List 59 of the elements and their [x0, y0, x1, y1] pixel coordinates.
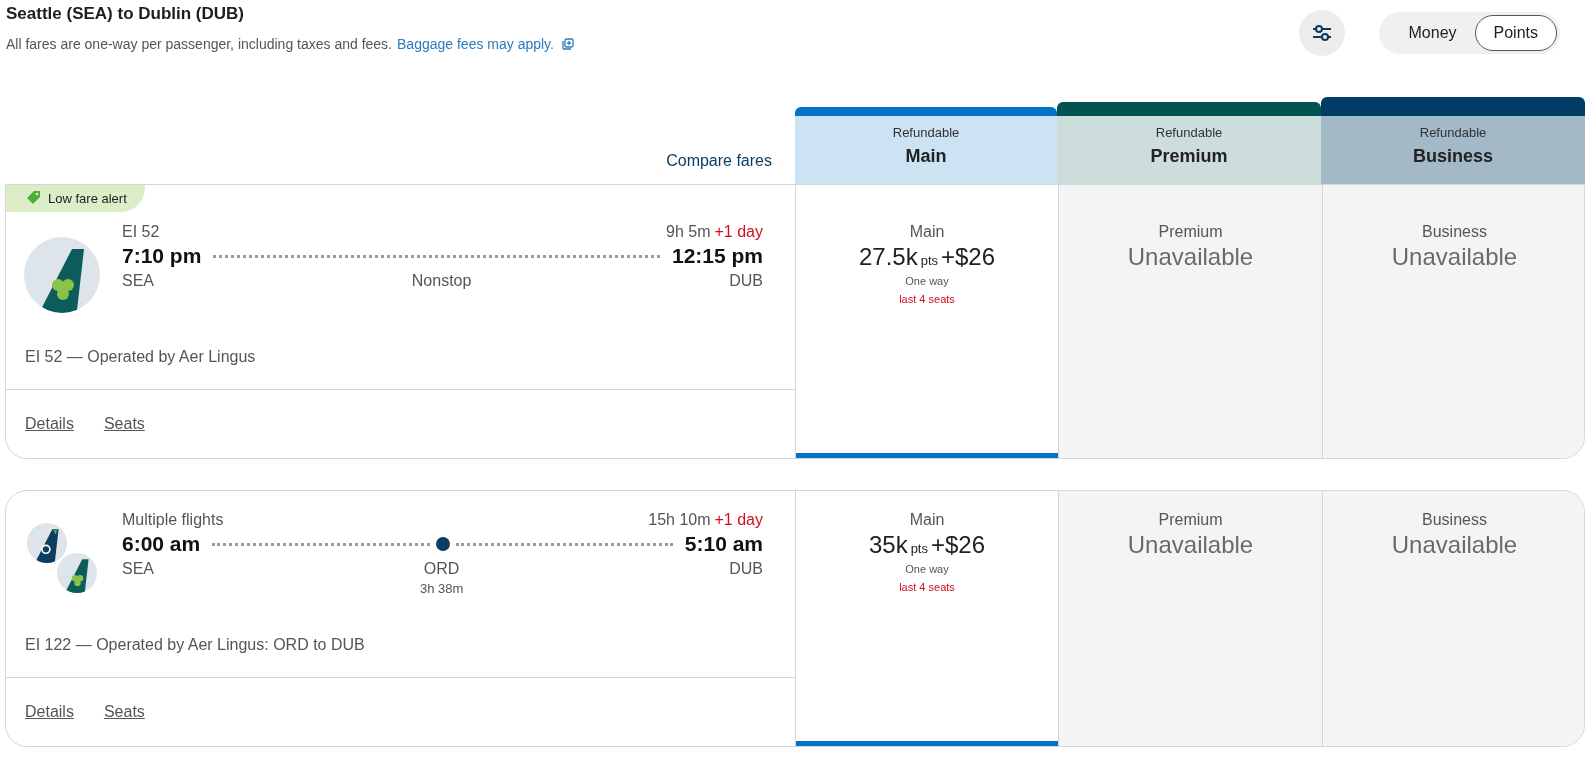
refund-label: Refundable [1155, 125, 1223, 140]
destination-airport: DUB [729, 272, 763, 290]
operator-note: EI 52 — Operated by Aer Lingus [24, 348, 257, 366]
seats-left-text: last 4 seats [899, 293, 955, 305]
flight-duration: 9h 5m [666, 223, 711, 241]
origin-airport: SEA [122, 272, 154, 290]
trip-type: One way [905, 563, 949, 575]
cabin-name: Premium [1150, 146, 1228, 167]
unavailable-label: Unavailable [1127, 531, 1254, 559]
stop-label: ORD [423, 560, 460, 578]
trip-type: One way [905, 275, 949, 287]
flight-link[interactable]: Details [25, 703, 74, 721]
external-link-icon [561, 38, 574, 50]
operator-note: EI 122 — Operated by Aer Lingus: ORD to DUB [24, 636, 366, 654]
flight-link[interactable]: Seats [103, 415, 145, 433]
cabin-name: Main [905, 146, 947, 167]
airline-tail-logo-icon [27, 523, 67, 563]
cabin-label: Main [909, 511, 945, 529]
destination-airport: DUB [729, 560, 763, 578]
arrival-time: 12:15 pm [671, 244, 763, 268]
low-fare-badge: Low fare alert [6, 185, 145, 212]
filter-button[interactable] [1299, 10, 1345, 56]
flight-number: Multiple flights [122, 511, 225, 529]
seats-left-text: last 4 seats [899, 581, 955, 593]
day-change: +1 day [714, 511, 763, 529]
departure-time: 6:00 am [122, 532, 201, 556]
stop-label: Nonstop [411, 272, 472, 290]
fare-note: All fares are one-way per passenger, including taxes and fees. [6, 36, 392, 52]
flight-number: EI 52 [122, 223, 161, 241]
cabin-label: Business [1422, 511, 1487, 529]
flight-link[interactable]: Seats [103, 703, 145, 721]
route-title: Seattle (SEA) to Dublin (DUB) [6, 4, 245, 24]
cabin-name: Business [1412, 146, 1493, 167]
unavailable-label: Unavailable [1391, 531, 1518, 559]
airline-tail-logo-icon [24, 237, 100, 313]
cabin-label: Business [1422, 223, 1487, 241]
refund-label: Refundable [1419, 125, 1487, 140]
baggage-fees-link[interactable]: Baggage fees may apply. [397, 36, 554, 52]
cabin-label: Premium [1158, 511, 1223, 529]
unavailable-label: Unavailable [1127, 243, 1254, 271]
compare-fares-link[interactable]: Compare fares [666, 152, 772, 170]
toggle-option[interactable]: Points [1474, 15, 1557, 51]
cabin-label: Main [909, 223, 945, 241]
day-change: +1 day [714, 223, 763, 241]
layover-duration: 3h 38m [419, 581, 464, 596]
arrival-time: 5:10 am [684, 532, 763, 556]
airline-tail-logo-icon [57, 553, 97, 593]
flight-link[interactable]: Details [25, 415, 74, 433]
stop-dot-icon [435, 537, 450, 551]
fare-price: 27.5k pts+$26 [858, 243, 996, 271]
toggle-option[interactable]: Money [1390, 15, 1475, 51]
unavailable-label: Unavailable [1391, 243, 1518, 271]
sliders-icon [1311, 22, 1333, 44]
refund-label: Refundable [892, 125, 960, 140]
origin-airport: SEA [122, 560, 154, 578]
departure-time: 7:10 pm [122, 244, 202, 268]
fare-price: 35k pts+$26 [868, 531, 986, 559]
cabin-label: Premium [1158, 223, 1223, 241]
flight-duration: 15h 10m [648, 511, 711, 529]
